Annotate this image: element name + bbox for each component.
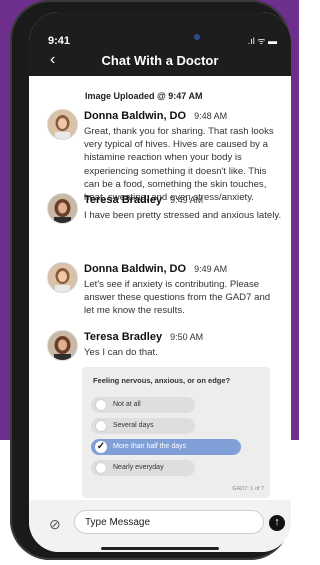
message-text: I have been pretty stressed and anxious …: [84, 210, 282, 221]
radio-icon: [95, 462, 107, 474]
radio-icon: [95, 399, 107, 411]
message-composer: ⊘ ↑: [29, 500, 291, 552]
upload-note: Image Uploaded @ 9:47 AM: [85, 91, 203, 101]
survey-progress: GAD7: 1 of 7: [232, 486, 264, 492]
page-title: Chat With a Doctor: [101, 53, 219, 68]
radio-icon: [95, 420, 107, 432]
phone-frame: 9:41 .ıl ᯤ ▬ ‹ Chat With a Doctor Image …: [10, 0, 291, 560]
message-time: 9:49 AM: [194, 264, 228, 274]
message-header: Donna Baldwin, DO 9:49 AM: [84, 263, 227, 275]
survey-option-nearly-everyday[interactable]: Nearly everyday: [91, 460, 195, 476]
avatar: [47, 262, 78, 293]
message-header: Donna Baldwin, DO 9:48 AM: [84, 110, 227, 122]
home-indicator: [101, 547, 219, 550]
survey-option-more-than-half[interactable]: ✓ More than half the days: [91, 439, 241, 455]
message-input[interactable]: [74, 510, 264, 534]
survey-option-not-at-all[interactable]: Not at all: [91, 397, 195, 413]
option-label: Several days: [113, 422, 154, 429]
option-label: Not at all: [113, 401, 141, 408]
option-label: Nearly everyday: [113, 464, 164, 471]
send-button[interactable]: ↑: [269, 515, 285, 531]
status-time: 9:41: [48, 35, 71, 47]
sender-name: Teresa Bradley: [84, 331, 163, 343]
status-icons: .ıl ᯤ ▬: [247, 36, 277, 46]
survey-option-several-days[interactable]: Several days: [91, 418, 195, 434]
survey-card: Feeling nervous, anxious, or on edge? No…: [82, 367, 270, 498]
survey-question: Feeling nervous, anxious, or on edge?: [93, 376, 231, 385]
avatar: [47, 330, 78, 361]
message-text: Yes I can do that.: [84, 347, 158, 358]
option-label: More than half the days: [113, 443, 187, 450]
message-text: Great, thank you for sharing. That rash …: [84, 126, 274, 204]
message-header: Teresa Bradley 9:50 AM: [84, 331, 203, 343]
app-header: 9:41 .ıl ᯤ ▬ ‹ Chat With a Doctor: [29, 12, 291, 76]
sender-name: Teresa Bradley: [84, 194, 163, 206]
avatar: [47, 193, 78, 224]
sender-name: Donna Baldwin, DO: [84, 263, 187, 275]
message-time: 9:50 AM: [170, 332, 204, 342]
message-text: Let's see if anxiety is contributing. Pl…: [84, 279, 271, 317]
paperclip-icon[interactable]: ⊘: [49, 516, 61, 533]
camera-icon: [194, 34, 200, 40]
message-time: 9:48 AM: [194, 111, 228, 121]
checkmark-icon: ✓: [95, 441, 107, 453]
avatar: [47, 109, 78, 140]
message-header: Teresa Bradley 9:49 AM: [84, 194, 203, 206]
phone-screen: 9:41 .ıl ᯤ ▬ ‹ Chat With a Doctor Image …: [29, 12, 291, 552]
sender-name: Donna Baldwin, DO: [84, 110, 187, 122]
message-time: 9:49 AM: [170, 195, 204, 205]
